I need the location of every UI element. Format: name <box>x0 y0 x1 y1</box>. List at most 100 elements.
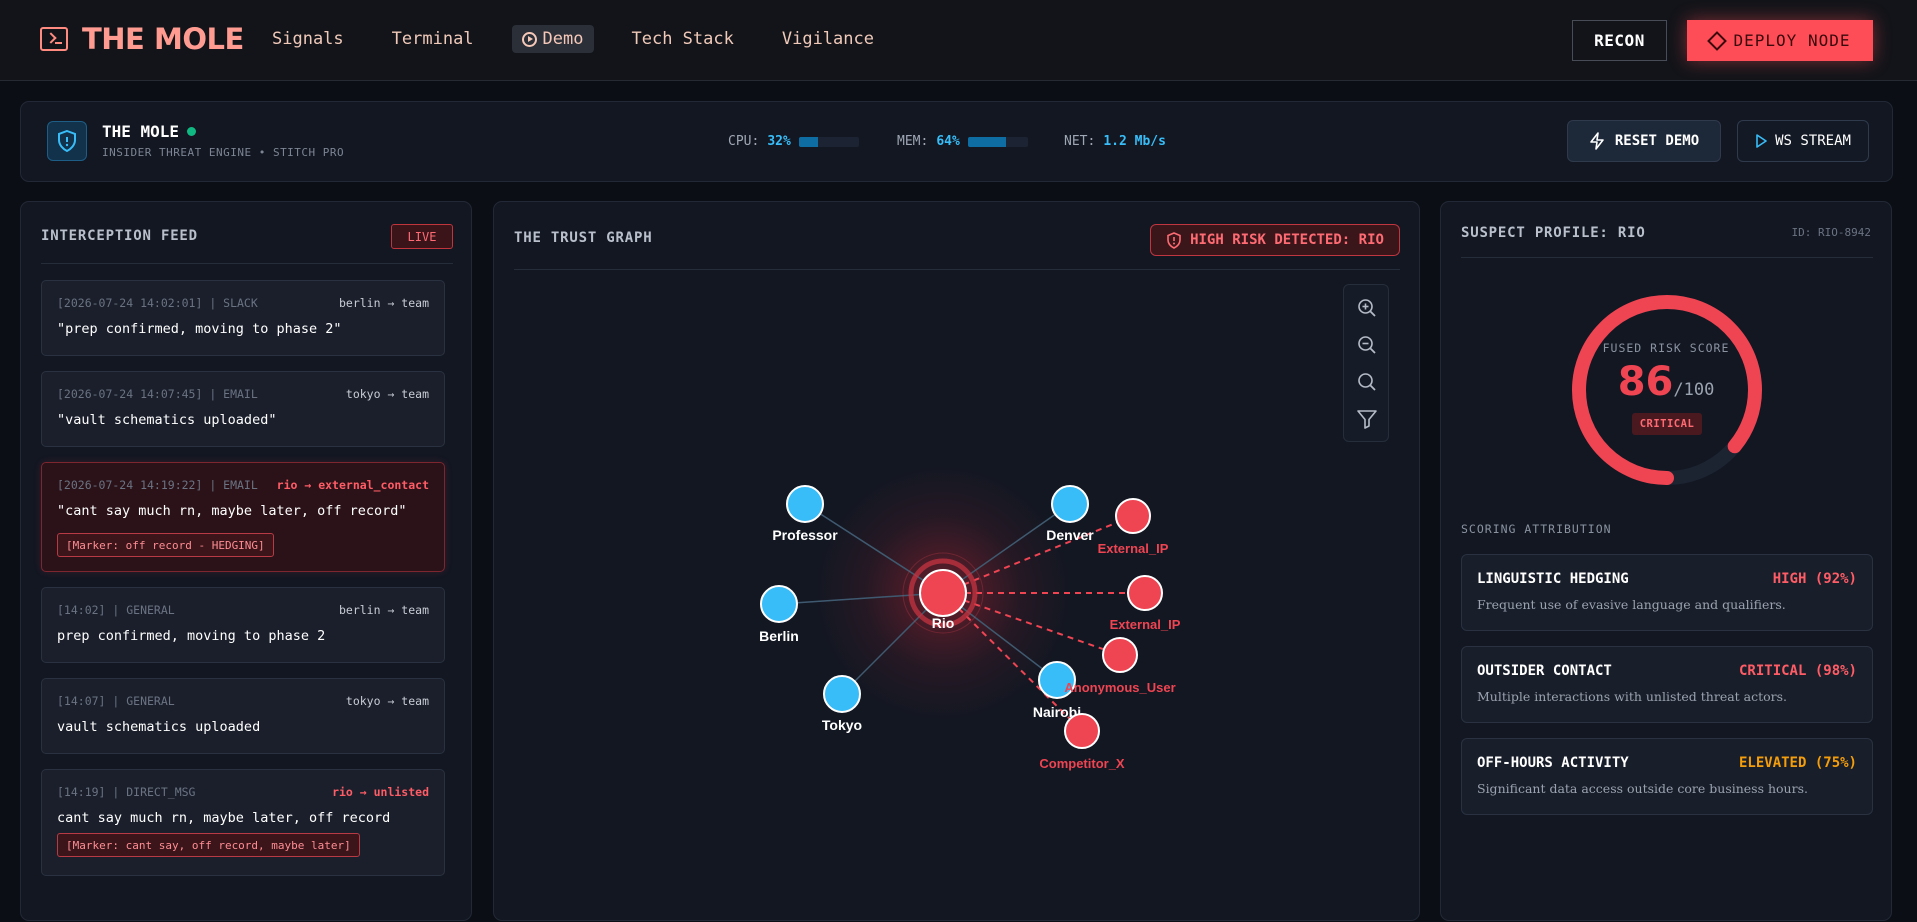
node-external-ip-1[interactable] <box>1115 498 1151 534</box>
node-label-professor: Professor <box>772 527 838 543</box>
attribution-card[interactable]: OFF-HOURS ACTIVITY ELEVATED (75%) Signif… <box>1461 738 1873 815</box>
message-route: tokyo → team <box>345 387 429 401</box>
cpu-bar-fill <box>798 136 818 147</box>
feed-title: INTERCEPTION FEED <box>41 228 198 244</box>
node-external-ip-2[interactable] <box>1127 575 1163 611</box>
hedging-marker: [Marker: off record - HEDGING] <box>57 533 274 557</box>
terminal-icon <box>40 27 68 51</box>
trust-graph: Rio Professor Denver Berlin Tokyo Nairob… <box>759 463 1181 771</box>
attribution-card[interactable]: OUTSIDER CONTACT CRITICAL (98%) Multiple… <box>1461 646 1873 723</box>
phrase-marker: [Marker: cant say, off record, maybe lat… <box>57 833 360 857</box>
suspect-id: ID: RIO-8942 <box>1791 226 1871 239</box>
reset-demo-button[interactable]: RESET DEMO <box>1567 120 1721 162</box>
top-navbar: THE MOLE Signals Terminal Demo Tech Stac… <box>0 0 1917 81</box>
nav-signals[interactable]: Signals <box>262 25 354 53</box>
deploy-node-label: DEPLOY NODE <box>1733 31 1851 50</box>
risk-level-badge: CRITICAL <box>1632 413 1702 435</box>
attribution-title: SCORING ATTRIBUTION <box>1461 522 1612 536</box>
interception-feed-panel: INTERCEPTION FEED LIVE [2026-07-24 14:02… <box>20 201 472 921</box>
feed-message[interactable]: [14:07] | GENERAL tokyo → team vault sch… <box>41 678 445 754</box>
ws-stream-label: WS STREAM <box>1775 133 1851 149</box>
feed-message-flagged[interactable]: [2026-07-24 14:19:22] | EMAIL rio → exte… <box>41 462 445 572</box>
feed-message[interactable]: [14:19] | DIRECT_MSG rio → unlisted cant… <box>41 769 445 876</box>
message-text: "cant say much rn, maybe later, off reco… <box>57 503 407 519</box>
node-professor[interactable] <box>786 485 824 523</box>
node-anonymous-user[interactable] <box>1102 637 1138 673</box>
node-berlin[interactable] <box>760 585 798 623</box>
node-label-rio: Rio <box>932 615 955 631</box>
node-label-anonymous-user: Anonymous_User <box>1064 680 1175 695</box>
message-meta: [2026-07-24 14:02:01] | SLACK <box>57 296 258 310</box>
feed-message[interactable]: [2026-07-24 14:02:01] | SLACK berlin → t… <box>41 280 445 356</box>
message-text: cant say much rn, maybe later, off recor… <box>57 810 391 826</box>
nav-tech-stack[interactable]: Tech Stack <box>622 25 744 53</box>
shield-icon <box>47 121 87 161</box>
play-icon <box>1756 134 1767 148</box>
engine-status-bar: THE MOLE INSIDER THREAT ENGINE • STITCH … <box>20 101 1893 182</box>
message-text: "vault schematics uploaded" <box>57 412 277 428</box>
cube-icon <box>1706 30 1727 51</box>
net-metric: NET: 1.2 Mb/s <box>1064 134 1166 149</box>
engine-title: THE MOLE <box>102 122 197 141</box>
trust-graph-panel: THE TRUST GRAPH HIGH RISK DETECTED: RIO <box>493 201 1420 921</box>
factor-score: CRITICAL (98%) <box>1738 663 1857 679</box>
message-meta: [14:02] | GENERAL <box>57 603 175 617</box>
message-route: berlin → team <box>338 296 429 310</box>
recon-button[interactable]: RECON <box>1572 20 1667 61</box>
nav-terminal[interactable]: Terminal <box>382 25 484 53</box>
engine-subtitle: INSIDER THREAT ENGINE • STITCH PRO <box>102 146 345 159</box>
message-text: "prep confirmed, moving to phase 2" <box>57 321 342 337</box>
node-label-berlin: Berlin <box>759 628 799 644</box>
node-label-denver: Denver <box>1046 527 1094 543</box>
factor-description: Frequent use of evasive language and qua… <box>1477 597 1786 612</box>
factor-name: OFF-HOURS ACTIVITY <box>1477 755 1629 771</box>
node-label-external-ip-1: External_IP <box>1098 541 1169 556</box>
risk-score-max: /100 <box>1673 380 1715 400</box>
message-meta: [2026-07-24 14:19:22] | EMAIL <box>57 478 258 492</box>
factor-score: ELEVATED (75%) <box>1738 755 1857 771</box>
deploy-node-button[interactable]: DEPLOY NODE <box>1687 20 1873 61</box>
nav-vigilance[interactable]: Vigilance <box>772 25 884 53</box>
node-label-tokyo: Tokyo <box>822 717 862 733</box>
net-value: 1.2 Mb/s <box>1103 134 1166 149</box>
brand-name: THE MOLE <box>82 22 244 56</box>
cpu-label: CPU: <box>728 134 760 149</box>
mem-bar <box>967 136 1028 147</box>
node-rio[interactable] <box>919 569 967 617</box>
reset-demo-label: RESET DEMO <box>1614 133 1700 149</box>
feed-divider <box>41 263 453 264</box>
factor-score: HIGH (92%) <box>1772 571 1857 587</box>
message-meta: [14:07] | GENERAL <box>57 694 175 708</box>
node-denver[interactable] <box>1051 485 1089 523</box>
gauge-label: FUSED RISK SCORE <box>1602 341 1730 355</box>
net-label: NET: <box>1064 134 1096 149</box>
engine-title-text: THE MOLE <box>102 122 180 141</box>
node-label-external-ip-2: External_IP <box>1110 617 1181 632</box>
profile-title: SUSPECT PROFILE: RIO <box>1461 225 1646 241</box>
risk-score: 86/100 <box>1441 359 1891 405</box>
main-nav: Signals Terminal Demo Tech Stack Vigilan… <box>262 25 884 53</box>
node-tokyo[interactable] <box>823 675 861 713</box>
mem-value: 64% <box>936 134 960 149</box>
message-meta: [2026-07-24 14:07:45] | EMAIL <box>57 387 258 401</box>
cpu-value: 32% <box>767 134 791 149</box>
node-competitor-x[interactable] <box>1064 713 1100 749</box>
message-meta: [14:19] | DIRECT_MSG <box>57 785 196 799</box>
message-route: tokyo → team <box>345 694 429 708</box>
message-text: prep confirmed, moving to phase 2 <box>57 628 326 644</box>
feed-message[interactable]: [2026-07-24 14:07:45] | EMAIL tokyo → te… <box>41 371 445 447</box>
cpu-bar <box>798 136 859 147</box>
ws-stream-button[interactable]: WS STREAM <box>1737 120 1869 162</box>
online-indicator <box>187 127 197 136</box>
cpu-metric: CPU: 32% <box>728 134 859 149</box>
feed-message[interactable]: [14:02] | GENERAL berlin → team prep con… <box>41 587 445 663</box>
brand[interactable]: THE MOLE <box>40 22 244 56</box>
lightning-icon <box>1590 132 1604 150</box>
attribution-card[interactable]: LINGUISTIC HEDGING HIGH (92%) Frequent u… <box>1461 554 1873 631</box>
message-route: rio → unlisted <box>332 785 429 799</box>
nav-demo[interactable]: Demo <box>511 25 594 53</box>
suspect-profile-panel: SUSPECT PROFILE: RIO ID: RIO-8942 FUSED … <box>1440 201 1892 921</box>
message-route: rio → external_contact <box>276 478 429 492</box>
node-label-competitor-x: Competitor_X <box>1039 756 1125 771</box>
message-route: berlin → team <box>338 603 429 617</box>
